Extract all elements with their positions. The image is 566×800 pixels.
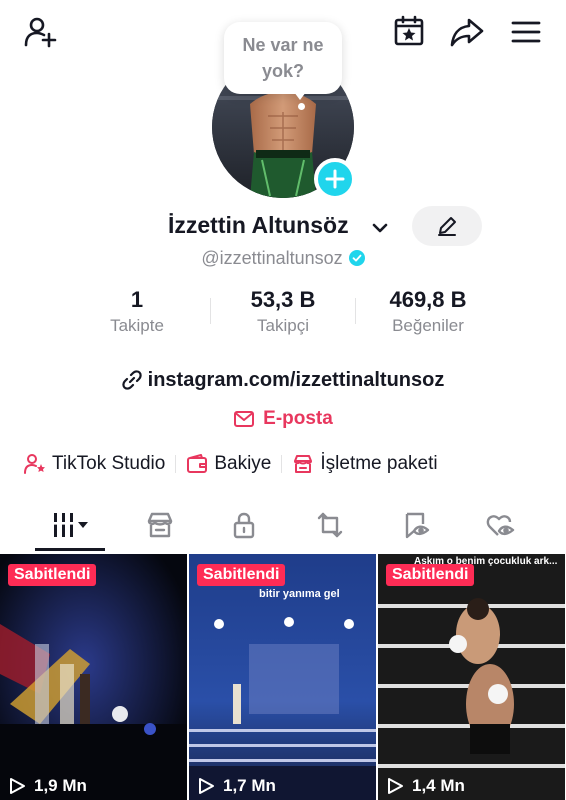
view-count: 1,7 Mn (197, 776, 276, 796)
profile-handle: @izzettinaltunsoz (201, 247, 343, 268)
stat-value: 53,3 B (250, 287, 316, 312)
tab-liked[interactable] (470, 506, 530, 544)
person-star-icon (24, 454, 45, 474)
stat-likes[interactable]: 469,8 B Beğeniler (353, 286, 503, 338)
pencil-icon (438, 217, 456, 236)
play-icon (199, 778, 214, 794)
name-row: İzzettin Altunsöz (0, 206, 566, 250)
profile-name[interactable]: İzzettin Altunsöz (168, 212, 349, 239)
video-thumbnail-image (378, 554, 565, 800)
stat-following[interactable]: 1 Takipte (62, 286, 212, 338)
tool-divider (281, 455, 283, 473)
profile-tabs (0, 500, 566, 552)
tab-private[interactable] (214, 506, 274, 544)
wallet-icon (187, 454, 208, 473)
stat-followers[interactable]: 53,3 B Takipçi (208, 286, 358, 338)
tab-videos[interactable] (40, 506, 100, 544)
note-bubble[interactable]: Ne var ne yok? (224, 22, 342, 94)
tool-label: TikTok Studio (52, 453, 166, 474)
stat-label: Takipte (110, 316, 164, 335)
video-thumbnail[interactable]: bitir yanıma gel Sabitlendi 1,7 Mn (189, 554, 376, 800)
verified-badge-icon (348, 250, 365, 266)
play-icon (388, 778, 403, 794)
tab-shop[interactable] (130, 506, 190, 544)
video-thumbnail[interactable]: Sabitlendi 1,9 Mn (0, 554, 187, 800)
hamburger-menu-icon[interactable] (504, 10, 548, 54)
email-label: E-posta (263, 408, 333, 429)
note-bubble-text: Ne var ne yok? (242, 35, 324, 81)
profile-stats: 1 Takipte 53,3 B Takipçi 469,8 B Beğenil… (0, 286, 566, 342)
bio-link-text: instagram.com/izzettinaltunsoz (147, 368, 445, 391)
pinned-badge: Sabitlendi (8, 564, 97, 586)
pinned-badge: Sabitlendi (197, 564, 286, 586)
add-story-button[interactable] (314, 158, 356, 200)
video-thumbnail-image (0, 554, 187, 800)
lock-icon (233, 512, 255, 539)
active-tab-indicator (35, 548, 105, 551)
edit-profile-button[interactable] (412, 206, 482, 246)
balance-button[interactable]: Bakiye (186, 453, 271, 475)
stat-value: 1 (130, 287, 144, 312)
tab-favorites[interactable] (386, 506, 446, 544)
view-count-text: 1,9 Mn (34, 776, 87, 795)
bubble-dot (298, 103, 305, 110)
tool-divider (175, 455, 177, 473)
creator-tools: TikTok Studio Bakiye İşletme paketi (24, 450, 438, 478)
video-thumbnail[interactable]: Aşkım o benim çocukluk ark... Sabitlendi… (378, 554, 565, 800)
bubble-tail (294, 92, 306, 100)
bio-link[interactable]: instagram.com/izzettinaltunsoz (0, 366, 566, 394)
view-count-text: 1,7 Mn (223, 776, 276, 795)
handle-row: @izzettinaltunsoz (0, 246, 566, 270)
video-grid: Sabitlendi 1,9 Mn bitir yanıma gel Sabit… (0, 554, 566, 800)
shop-icon (147, 512, 173, 538)
video-overlay-text: bitir yanıma gel (259, 588, 340, 600)
share-arrow-icon[interactable] (445, 10, 489, 54)
link-icon (121, 370, 142, 390)
chevron-down-icon[interactable] (370, 218, 390, 238)
tab-reposts[interactable] (300, 506, 360, 544)
repost-icon (317, 512, 343, 538)
person-plus-icon[interactable] (18, 10, 62, 54)
view-count: 1,4 Mn (386, 776, 465, 796)
tool-label: Bakiye (214, 453, 272, 474)
business-suite-button[interactable]: İşletme paketi (292, 453, 438, 475)
heart-eye-icon (486, 515, 515, 536)
bookmark-eye-icon (405, 512, 430, 539)
pinned-badge: Sabitlendi (386, 564, 475, 586)
view-count: 1,9 Mn (8, 776, 87, 796)
stat-label: Beğeniler (392, 316, 464, 335)
shop-icon (294, 455, 313, 473)
email-button[interactable]: E-posta (0, 406, 566, 432)
grid-bars-icon (54, 513, 88, 537)
tool-label: İşletme paketi (320, 453, 438, 474)
play-icon (10, 778, 25, 794)
view-count-text: 1,4 Mn (412, 776, 465, 795)
stat-label: Takipçi (257, 316, 309, 335)
mail-icon (234, 411, 255, 427)
stat-value: 469,8 B (389, 287, 467, 312)
calendar-star-icon[interactable] (387, 9, 431, 53)
tiktok-studio-button[interactable]: TikTok Studio (24, 453, 165, 475)
